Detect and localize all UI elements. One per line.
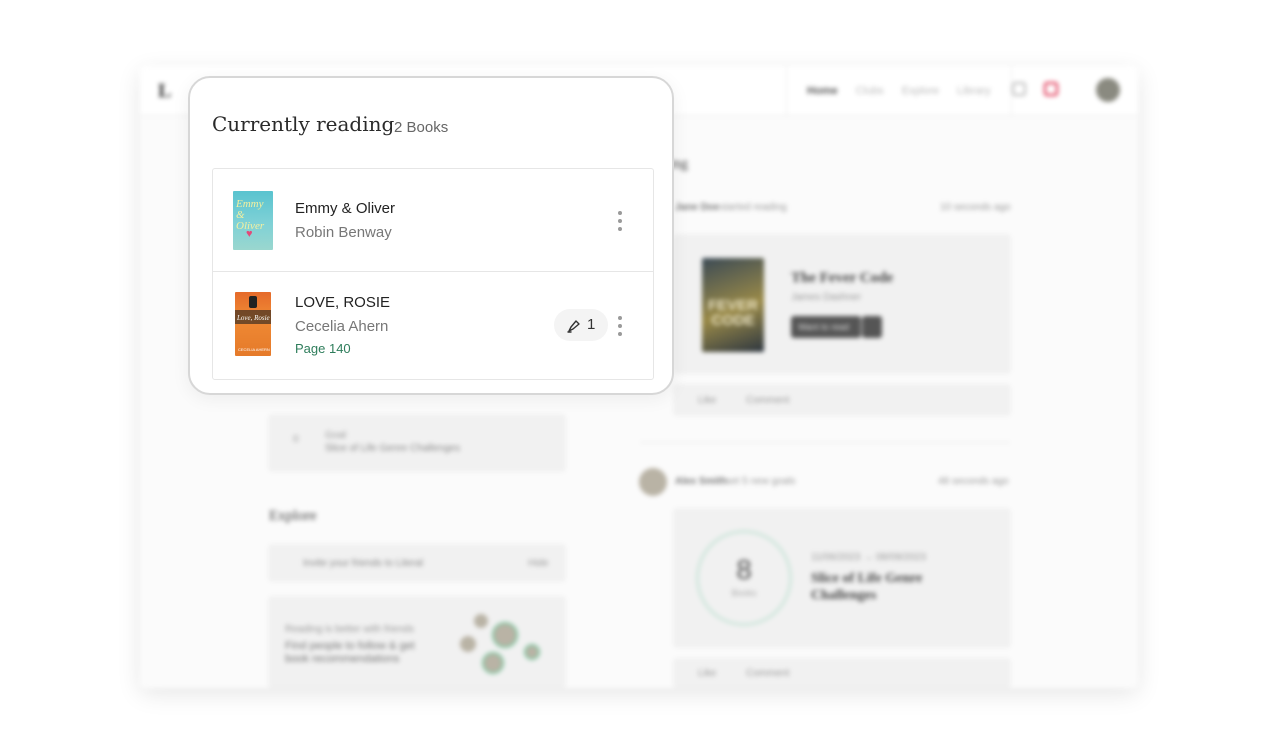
want-to-read-menu-button[interactable]: [862, 316, 882, 338]
promo-big: Find people to follow & get book recomme…: [285, 640, 415, 665]
card-title: Currently reading: [212, 112, 395, 136]
list-item[interactable]: Emmy & Oliver ♥ Emmy & Oliver Robin Benw…: [213, 169, 653, 272]
invite-text: Invite your friends to Literal: [303, 558, 424, 569]
book-title[interactable]: Emmy & Oliver: [295, 200, 395, 217]
post-actor[interactable]: Jane Doe: [675, 202, 719, 213]
book-cover[interactable]: FEVER CODE: [702, 258, 764, 352]
messages-icon[interactable]: [1012, 82, 1026, 96]
friend-avatar: [482, 652, 504, 674]
goal-number: 8: [736, 554, 752, 585]
comment-button[interactable]: Comment: [746, 395, 789, 406]
highlighter-icon: [567, 320, 580, 333]
cover-figure: [249, 296, 257, 308]
friend-avatar: [492, 622, 518, 648]
nav-home[interactable]: Home: [807, 85, 838, 97]
cover-author: CECELIA AHERN: [238, 347, 270, 352]
reading-progress: Page 140: [295, 341, 351, 356]
like-button[interactable]: Like: [698, 395, 716, 406]
post-book-author: James Dashner: [791, 292, 862, 303]
comment-button[interactable]: Comment: [746, 668, 789, 679]
post-actions-bar: [673, 384, 1011, 416]
more-options-icon[interactable]: [612, 314, 628, 338]
nav-explore[interactable]: Explore: [902, 85, 939, 97]
post-time: 10 seconds ago: [940, 202, 1011, 213]
book-author[interactable]: Robin Benway: [295, 224, 392, 241]
nav-library[interactable]: Library: [957, 85, 991, 97]
post-action: started reading: [720, 202, 787, 213]
notifications-icon[interactable]: [1044, 82, 1058, 96]
promo-small: Reading is better with friends: [285, 624, 414, 635]
goal-label: Goal: [325, 430, 347, 441]
main-nav: Home Clubs Explore Library: [786, 66, 1012, 116]
hide-link[interactable]: Hide: [528, 558, 549, 569]
book-title[interactable]: LOVE, ROSIE: [295, 294, 390, 311]
friend-avatar: [460, 636, 476, 652]
nav-clubs[interactable]: Clubs: [856, 85, 884, 97]
goal-dates: 11/06/2023 → 08/09/2023: [811, 552, 926, 563]
post-book-title[interactable]: The Fever Code: [791, 270, 893, 287]
header-icons: [1012, 82, 1058, 96]
feed-divider: [640, 442, 1010, 443]
heart-icon: ♥: [246, 228, 253, 240]
post-time: 48 seconds ago: [938, 476, 1009, 487]
goal-unit: Books: [731, 588, 757, 598]
friend-avatar: [474, 614, 488, 628]
friend-avatar: [524, 644, 540, 660]
book-count: 2 Books: [394, 119, 449, 136]
cover-title: Emmy & Oliver: [236, 198, 265, 232]
user-avatar[interactable]: [1096, 78, 1120, 102]
want-to-read-button[interactable]: Want to read: [791, 316, 861, 338]
post-action: set 5 new goals: [726, 476, 796, 487]
book-author[interactable]: Cecelia Ahern: [295, 318, 388, 335]
list-item[interactable]: Love, Rosie CECELIA AHERN LOVE, ROSIE Ce…: [213, 272, 653, 379]
app-logo[interactable]: L: [158, 80, 171, 103]
post-actions-bar: [673, 658, 1011, 688]
book-cover[interactable]: Emmy & Oliver ♥: [233, 191, 273, 250]
goal-title[interactable]: Slice of Life Genre Challenges: [811, 570, 951, 604]
explore-heading: Explore: [269, 508, 317, 524]
goal-title: Slice of Life Genre Challenges: [325, 443, 461, 454]
post-actor[interactable]: Alex Smith: [675, 476, 727, 487]
book-cover[interactable]: Love, Rosie CECELIA AHERN: [235, 292, 271, 356]
cover-title: Love, Rosie: [237, 314, 270, 322]
currently-reading-card: Currently reading 2 Books Emmy & Oliver …: [188, 76, 674, 395]
highlights-count: 1: [587, 316, 596, 333]
more-options-icon[interactable]: [612, 209, 628, 233]
goal-number: 0: [293, 434, 299, 445]
avatar[interactable]: [639, 468, 667, 496]
highlights-button[interactable]: 1: [554, 309, 608, 341]
like-button[interactable]: Like: [698, 668, 716, 679]
book-list: Emmy & Oliver ♥ Emmy & Oliver Robin Benw…: [212, 168, 654, 380]
